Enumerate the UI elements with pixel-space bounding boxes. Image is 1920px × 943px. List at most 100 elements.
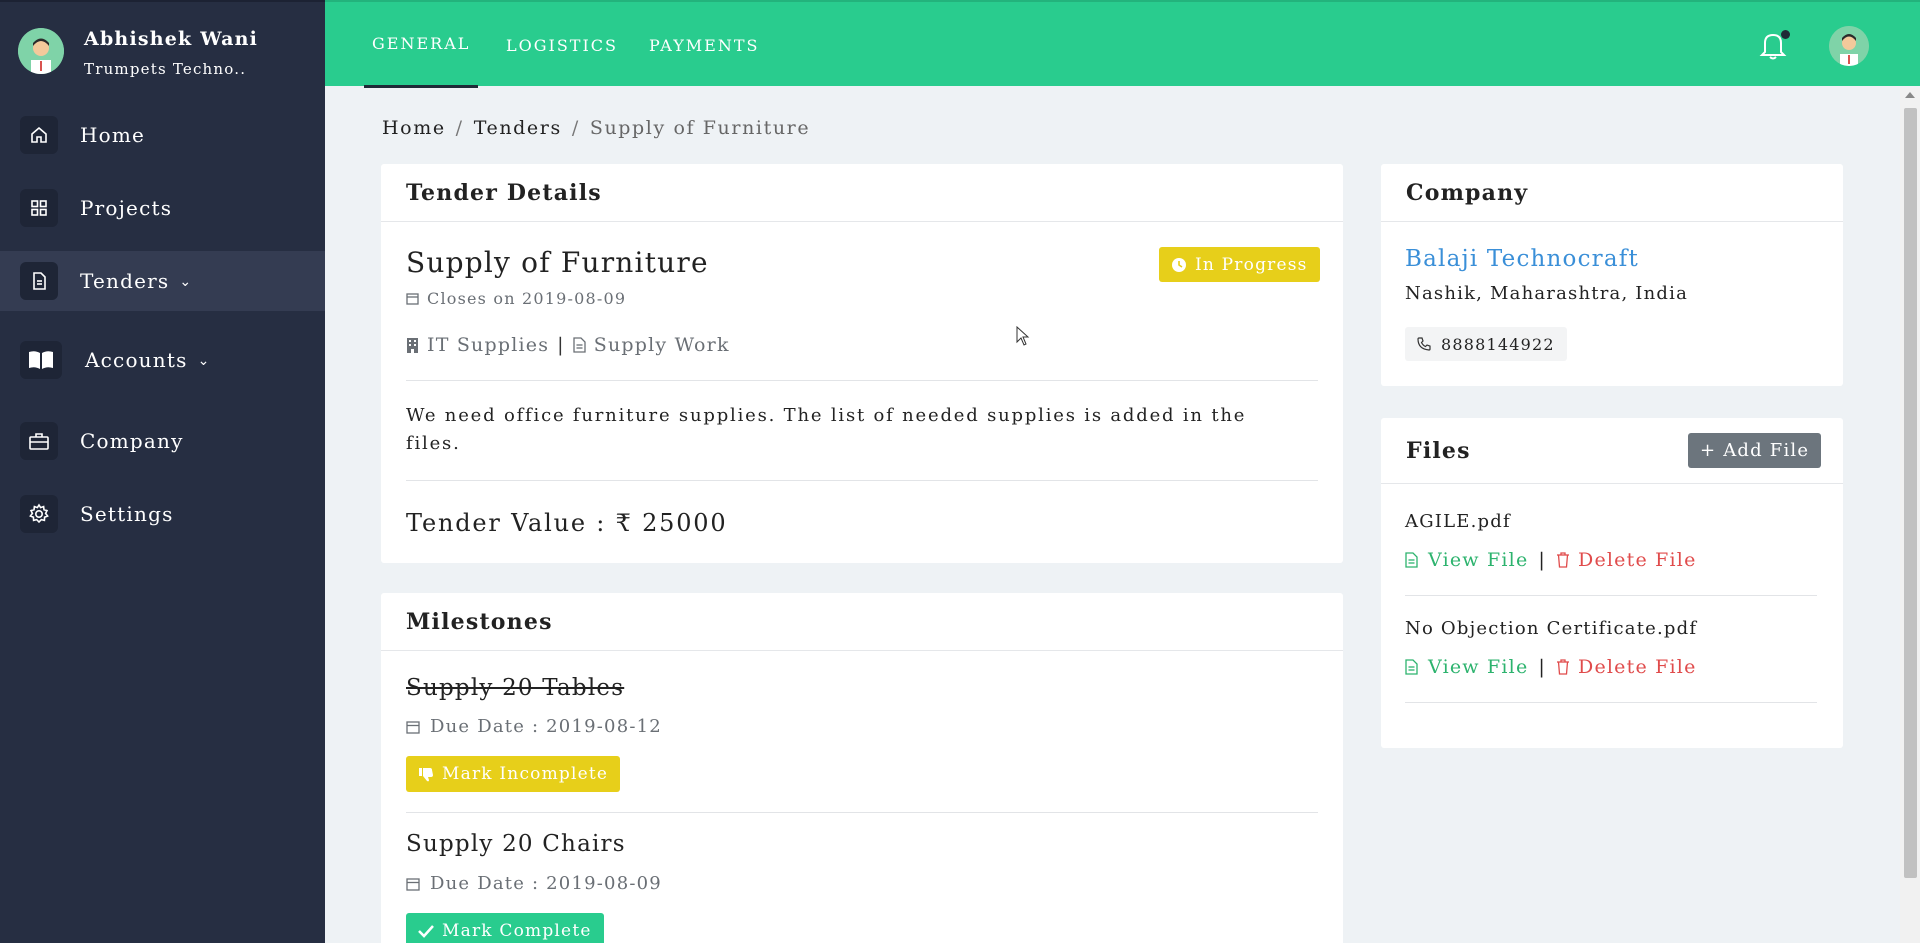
view-file-link[interactable]: View File — [1405, 656, 1528, 678]
user-avatar[interactable] — [18, 28, 64, 74]
file-icon — [1405, 659, 1418, 675]
sidebar: Abhishek Wani Trumpets Techno.. Home Pro… — [0, 0, 325, 943]
breadcrumb-current: Supply of Furniture — [589, 117, 811, 139]
sidebar-item-label: Accounts ⌄ — [85, 348, 211, 372]
file-name: AGILE.pdf — [1405, 511, 1511, 532]
action-separator: | — [1538, 549, 1547, 571]
breadcrumb-home[interactable]: Home — [382, 117, 446, 139]
tender-title: Supply of Furniture — [406, 246, 709, 279]
breadcrumb-separator: / — [571, 117, 580, 139]
building-icon — [407, 337, 418, 353]
tender-details-card: Tender Details Supply of Furniture In Pr… — [381, 164, 1343, 563]
notification-dot — [1781, 30, 1790, 39]
chevron-down-icon: ⌄ — [179, 274, 193, 290]
calendar-icon — [406, 877, 420, 891]
closing-date: Closes on 2019-08-09 — [406, 289, 626, 308]
divider — [406, 380, 1318, 381]
breadcrumb-tenders[interactable]: Tenders — [474, 117, 562, 139]
milestone-due-date: Due Date : 2019-08-12 — [406, 716, 662, 737]
breadcrumb: Home / Tenders / Supply of Furniture — [382, 117, 810, 139]
view-file-link[interactable]: View File — [1405, 549, 1528, 571]
sidebar-item-accounts[interactable]: Accounts ⌄ — [0, 330, 325, 390]
breadcrumb-separator: / — [455, 117, 464, 139]
book-icon — [20, 341, 62, 379]
view-file-label: View File — [1428, 549, 1529, 571]
status-badge: In Progress — [1159, 247, 1320, 282]
tender-work-type: Supply Work — [593, 334, 730, 356]
company-name-link[interactable]: Balaji Technocraft — [1405, 246, 1639, 272]
tender-tags: IT Supplies | Supply Work — [406, 334, 730, 356]
delete-file-label: Delete File — [1578, 656, 1697, 678]
scrollbar-thumb[interactable] — [1904, 108, 1917, 878]
chevron-down-icon: ⌄ — [197, 353, 211, 369]
status-text: In Progress — [1195, 254, 1308, 275]
tender-category: IT Supplies — [427, 334, 550, 356]
sidebar-user[interactable]: Abhishek Wani Trumpets Techno.. — [0, 0, 325, 88]
avatar[interactable] — [1829, 26, 1869, 66]
clock-icon — [1172, 257, 1186, 272]
home-icon — [20, 116, 58, 154]
trash-icon — [1557, 659, 1570, 675]
tab-general[interactable]: GENERAL — [364, 2, 479, 88]
check-icon — [418, 925, 434, 938]
button-label: Mark Incomplete — [442, 764, 609, 784]
sidebar-item-label: Projects — [80, 196, 173, 220]
mouse-cursor-icon — [1016, 325, 1030, 350]
sidebar-item-projects[interactable]: Projects — [0, 178, 325, 238]
card-title: Company — [1381, 164, 1843, 222]
sidebar-item-company[interactable]: Company — [0, 411, 325, 471]
view-file-label: View File — [1428, 656, 1529, 678]
document-icon — [20, 262, 58, 300]
milestones-card: Milestones Supply 20 Tables Due Date : 2… — [381, 593, 1343, 943]
scroll-up-arrow-icon[interactable] — [1905, 92, 1915, 98]
divider — [406, 812, 1318, 813]
calendar-icon — [406, 293, 419, 305]
delete-file-label: Delete File — [1578, 549, 1697, 571]
tab-label: PAYMENTS — [649, 35, 760, 55]
company-card: Company Balaji Technocraft Nashik, Mahar… — [1381, 164, 1843, 386]
tender-description: We need office furniture supplies. The l… — [406, 405, 1247, 454]
mark-complete-button[interactable]: Mark Complete — [406, 913, 604, 943]
milestone-due-date: Due Date : 2019-08-09 — [406, 873, 662, 894]
divider — [1405, 595, 1817, 596]
sidebar-item-settings[interactable]: Settings — [0, 484, 325, 544]
delete-file-link[interactable]: Delete File — [1556, 549, 1697, 571]
milestone-title: Supply 20 Chairs — [406, 831, 626, 857]
trash-icon — [1557, 552, 1570, 568]
sidebar-item-tenders[interactable]: Tenders ⌄ — [0, 251, 325, 311]
button-label: Mark Complete — [442, 921, 592, 941]
mark-incomplete-button[interactable]: Mark Incomplete — [406, 756, 621, 792]
file-icon — [1405, 552, 1418, 568]
user-organization: Trumpets Techno.. — [84, 60, 247, 78]
briefcase-icon — [20, 422, 58, 460]
add-file-button[interactable]: + Add File — [1688, 433, 1822, 468]
milestone-title: Supply 20 Tables — [406, 675, 625, 701]
company-location: Nashik, Maharashtra, India — [1405, 283, 1688, 304]
action-separator: | — [1538, 656, 1547, 678]
divider — [1405, 702, 1817, 703]
delete-file-link[interactable]: Delete File — [1556, 656, 1697, 678]
sidebar-item-label: Company — [80, 429, 184, 453]
divider — [406, 480, 1318, 481]
calendar-icon — [406, 720, 420, 734]
tab-payments[interactable]: PAYMENTS — [649, 2, 759, 88]
document-icon — [573, 337, 586, 353]
file-actions: View File | Delete File — [1405, 656, 1697, 678]
phone-badge: 8888144922 — [1405, 327, 1567, 361]
card-title: Tender Details — [381, 164, 1343, 222]
top-bar: GENERAL LOGISTICS PAYMENTS — [325, 0, 1920, 88]
user-name: Abhishek Wani — [84, 28, 259, 50]
file-name: No Objection Certificate.pdf — [1405, 618, 1698, 639]
due-date-text: Due Date : 2019-08-09 — [430, 873, 662, 894]
gear-icon — [20, 495, 58, 533]
sidebar-item-home[interactable]: Home — [0, 105, 325, 165]
card-title: Milestones — [381, 593, 1343, 651]
tab-label: GENERAL — [372, 34, 471, 53]
sidebar-item-label: Tenders ⌄ — [80, 269, 193, 293]
files-card: Files + Add File AGILE.pdf View File | D… — [1381, 418, 1843, 748]
due-date-text: Due Date : 2019-08-12 — [430, 716, 662, 737]
tab-label: LOGISTICS — [506, 35, 618, 55]
tab-logistics[interactable]: LOGISTICS — [506, 2, 618, 88]
grid-icon — [20, 189, 58, 227]
sidebar-item-label: Settings — [80, 502, 174, 526]
